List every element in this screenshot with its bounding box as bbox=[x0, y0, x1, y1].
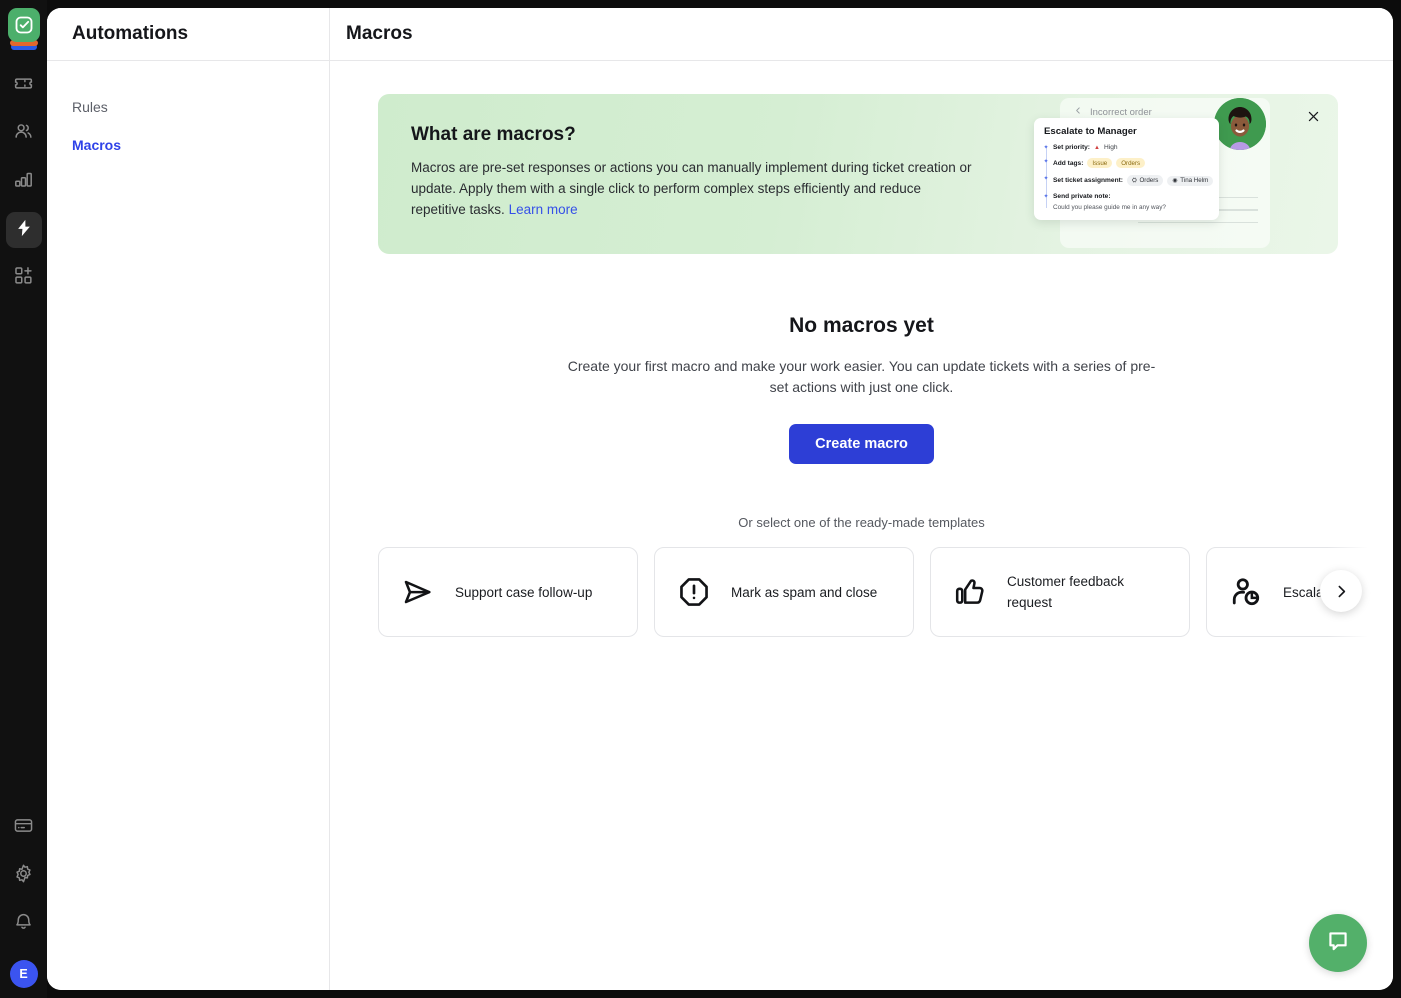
person-icon: ◉ bbox=[1172, 177, 1178, 184]
bullet-icon: ✦ bbox=[1043, 176, 1049, 182]
banner-body-text: Macros are pre-set responses or actions … bbox=[411, 160, 972, 217]
window-body: Automations Rules Macros Macros What are… bbox=[47, 8, 1393, 990]
template-card-label: Support case follow-up bbox=[455, 584, 593, 600]
macro-row-note: ✦ Send private note: bbox=[1044, 193, 1210, 200]
sidebar-item-reports[interactable] bbox=[6, 164, 42, 200]
sidebar-item-contacts[interactable] bbox=[6, 116, 42, 152]
sidebar-item-notifications[interactable] bbox=[6, 906, 42, 942]
app-window: Automations Rules Macros Macros What are… bbox=[47, 8, 1393, 990]
macro-row-value: High bbox=[1103, 144, 1118, 151]
empty-state-title: No macros yet bbox=[789, 314, 934, 337]
macro-row-label: Set ticket assignment: bbox=[1053, 177, 1123, 184]
macro-row-assignment: ✦ Set ticket assignment: ⛭ Orders ◉ Tina… bbox=[1044, 175, 1214, 186]
macro-row-label: Send private note: bbox=[1053, 193, 1111, 200]
carousel-next-button[interactable] bbox=[1320, 570, 1362, 612]
macro-card-rows: ✦ Set priority: ▲ High ✦ Add tags: Issue bbox=[1044, 144, 1214, 211]
placeholder-line bbox=[1138, 221, 1258, 223]
banner-title: What are macros? bbox=[411, 124, 576, 145]
templates-row: Support case follow-up Mark as spam and … bbox=[378, 547, 1393, 637]
macro-row-priority: ✦ Set priority: ▲ High bbox=[1044, 144, 1210, 151]
apps-add-icon bbox=[13, 265, 34, 291]
sidebar-item-settings[interactable] bbox=[6, 858, 42, 894]
credit-card-icon bbox=[13, 815, 34, 841]
banner-illustration: Incorrect order Escalate to Manager ✦ Se… bbox=[1034, 94, 1294, 254]
bell-icon bbox=[13, 911, 34, 937]
info-banner: What are macros? Macros are pre-set resp… bbox=[378, 94, 1338, 254]
bar-chart-icon bbox=[13, 169, 34, 195]
macro-card-title: Escalate to Manager bbox=[1044, 126, 1137, 137]
macros-main-pane: Macros What are macros? Macros are pre-s… bbox=[330, 8, 1393, 990]
macro-row-label: Add tags: bbox=[1053, 159, 1084, 167]
template-card-label: Mark as spam and close bbox=[731, 584, 878, 600]
sidebar-item-tickets[interactable] bbox=[6, 68, 42, 104]
main-title: Macros bbox=[330, 8, 1393, 61]
empty-state: No macros yet Create your first macro an… bbox=[330, 314, 1393, 464]
empty-state-subtitle: Create your first macro and make your wo… bbox=[567, 358, 1156, 395]
group-icon: ⛭ bbox=[1132, 176, 1137, 184]
macro-row-label: Set priority: bbox=[1053, 144, 1091, 151]
template-card-mark-as-spam-and-close[interactable]: Mark as spam and close bbox=[654, 547, 914, 637]
avatar[interactable]: E bbox=[9, 960, 38, 988]
automations-nav-panel: Automations Rules Macros bbox=[47, 8, 330, 990]
macro-row-tags: ✦ Add tags: Issue Orders bbox=[1044, 158, 1210, 168]
workspace-logo[interactable] bbox=[6, 6, 42, 50]
tag-pill: Issue bbox=[1087, 158, 1113, 168]
back-arrow-icon bbox=[1074, 106, 1083, 118]
chat-bubble-icon bbox=[1325, 928, 1351, 959]
workspace-logo-icon bbox=[7, 8, 40, 42]
primary-nav-rail: E bbox=[0, 0, 47, 998]
people-icon bbox=[13, 121, 34, 147]
lightning-bolt-icon bbox=[14, 218, 34, 243]
priority-up-icon: ▲ bbox=[1094, 144, 1100, 151]
illustration-macro-card: Escalate to Manager ✦ Set priority: ▲ Hi… bbox=[1034, 118, 1219, 220]
illustration-agent-avatar bbox=[1214, 98, 1266, 150]
templates-carousel: Support case follow-up Mark as spam and … bbox=[330, 547, 1393, 643]
sidebar-item-apps[interactable] bbox=[6, 260, 42, 296]
group-pill-label: Orders bbox=[1139, 177, 1159, 184]
nav-list: Rules Macros bbox=[47, 61, 329, 175]
banner-text: What are macros? Macros are pre-set resp… bbox=[378, 94, 978, 220]
main-scroll-area: What are macros? Macros are pre-set resp… bbox=[330, 61, 1393, 990]
octagon-alert-icon bbox=[677, 576, 711, 608]
bullet-icon: ✦ bbox=[1043, 194, 1049, 200]
bullet-icon: ✦ bbox=[1043, 145, 1049, 151]
user-clock-icon bbox=[1229, 576, 1263, 608]
agent-pill-label: Tina Helm bbox=[1180, 177, 1209, 184]
macro-note-text: Could you please guide me in any way? bbox=[1053, 204, 1166, 211]
ticket-icon bbox=[13, 73, 34, 99]
template-card-label: Customer feedback request bbox=[1007, 574, 1125, 610]
page-title: Automations bbox=[47, 8, 329, 61]
app-shell: E Automations Rules Macros Macros What a… bbox=[0, 0, 1401, 998]
create-macro-button[interactable]: Create macro bbox=[789, 424, 934, 464]
illustration-ticket-title: Incorrect order bbox=[1090, 106, 1152, 118]
agent-pill: ◉ Tina Helm bbox=[1167, 175, 1214, 186]
learn-more-link[interactable]: Learn more bbox=[509, 202, 578, 217]
paper-plane-icon bbox=[401, 576, 435, 608]
banner-body: Macros are pre-set responses or actions … bbox=[411, 157, 978, 220]
nav-item-macros[interactable]: Macros bbox=[72, 137, 329, 153]
nav-item-rules[interactable]: Rules bbox=[72, 99, 329, 115]
group-pill: ⛭ Orders bbox=[1127, 175, 1164, 186]
close-icon[interactable] bbox=[1302, 105, 1324, 127]
sidebar-item-billing[interactable] bbox=[6, 810, 42, 846]
thumbs-up-icon bbox=[953, 576, 987, 608]
chat-widget-button[interactable] bbox=[1309, 914, 1367, 972]
template-card-support-case-follow-up[interactable]: Support case follow-up bbox=[378, 547, 638, 637]
template-card-customer-feedback-request[interactable]: Customer feedback request bbox=[930, 547, 1190, 637]
gear-icon bbox=[13, 863, 34, 889]
bullet-icon: ✦ bbox=[1043, 159, 1049, 165]
template-card-escalate-to[interactable]: Escalate to bbox=[1206, 547, 1393, 637]
tag-pill: Orders bbox=[1116, 158, 1146, 168]
templates-caption: Or select one of the ready-made template… bbox=[738, 515, 985, 530]
sidebar-item-automations[interactable] bbox=[5, 212, 42, 248]
